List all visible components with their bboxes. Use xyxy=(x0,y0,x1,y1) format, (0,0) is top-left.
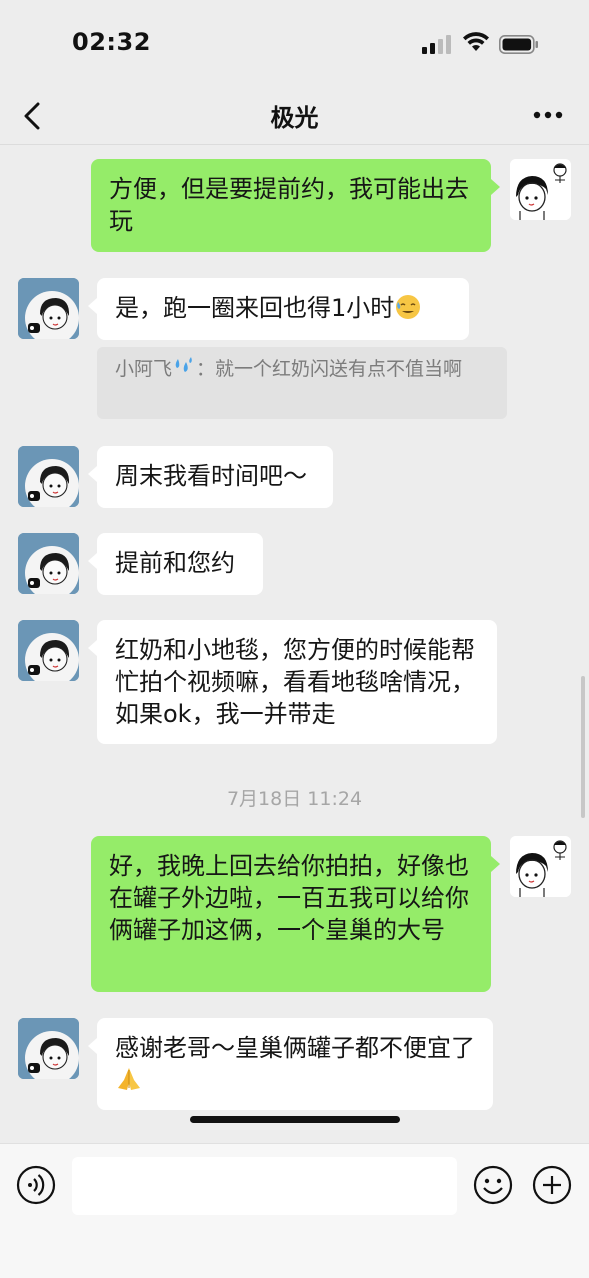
nav-bar: 极光 xyxy=(0,88,589,145)
message-bubble[interactable]: 是，跑一圈来回也得1小时 xyxy=(88,278,469,340)
contact-avatar[interactable] xyxy=(18,533,79,594)
chat-screen: 02:32 极光 方便，但是要提前约，我可能出去玩 是，跑一圈来回也得1小时 小… xyxy=(0,0,589,1278)
message-text: 提前和您约 xyxy=(115,549,235,577)
contact-avatar-icon xyxy=(18,278,79,339)
message-bubble[interactable]: 方便，但是要提前约，我可能出去玩 xyxy=(91,159,500,252)
signal-icon xyxy=(422,35,451,54)
message-bubble[interactable]: 红奶和小地毯，您方便的时候能帮忙拍个视频嘛，看看地毯啥情况，如果ok，我一并带走 xyxy=(88,620,497,744)
self-avatar-icon xyxy=(510,836,571,897)
message-text: 红奶和小地毯，您方便的时候能帮忙拍个视频嘛，看看地毯啥情况，如果ok，我一并带走 xyxy=(115,636,475,728)
pray-emoji xyxy=(118,1068,140,1090)
message-bubble[interactable]: 感谢老哥～皇巢俩罐子都不便宜了 xyxy=(88,1018,493,1110)
wifi-icon xyxy=(463,32,489,51)
plus-icon[interactable] xyxy=(532,1165,572,1205)
message-text: 是，跑一圈来回也得1小时 xyxy=(115,294,395,322)
message-text: 感谢老哥～皇巢俩罐子都不便宜了 xyxy=(115,1034,475,1062)
contact-avatar-icon xyxy=(18,1018,79,1079)
home-indicator xyxy=(190,1116,400,1123)
self-avatar-icon xyxy=(510,159,571,220)
contact-avatar-icon xyxy=(18,446,79,507)
contact-avatar-icon xyxy=(18,620,79,681)
input-bar xyxy=(0,1143,589,1278)
message-text: 好，我晚上回去给你拍拍，好像也在罐子外边啦，一百五我可以给你俩罐子加这俩，一个皇… xyxy=(109,852,469,944)
quote-text: ：就一个红奶闪送有点不值当啊 xyxy=(196,358,463,380)
contact-avatar-icon xyxy=(18,533,79,594)
quoted-message[interactable]: 小阿飞 ：就一个红奶闪送有点不值当啊 xyxy=(97,347,507,419)
timestamp: 7月18日 11:24 xyxy=(226,788,363,810)
message-text: 方便，但是要提前约，我可能出去玩 xyxy=(109,175,469,235)
self-avatar[interactable] xyxy=(510,159,571,220)
status-time: 02:32 xyxy=(72,28,151,56)
message-text: 周末我看时间吧～ xyxy=(115,462,307,490)
message-bubble[interactable]: 提前和您约 xyxy=(88,533,263,595)
scrollbar[interactable] xyxy=(581,676,585,818)
more-icon[interactable] xyxy=(533,110,563,120)
message-input[interactable] xyxy=(72,1157,457,1215)
message-bubble[interactable]: 周末我看时间吧～ xyxy=(88,446,333,508)
status-bar: 02:32 xyxy=(0,0,589,88)
contact-avatar[interactable] xyxy=(18,620,79,681)
self-avatar[interactable] xyxy=(510,836,571,897)
voice-icon[interactable] xyxy=(16,1165,56,1205)
sweat-emoji xyxy=(396,295,421,319)
contact-avatar[interactable] xyxy=(18,446,79,507)
page-title: 极光 xyxy=(270,104,319,132)
splash-emoji xyxy=(175,357,192,372)
battery-icon xyxy=(499,35,538,54)
contact-avatar[interactable] xyxy=(18,278,79,339)
emoji-icon[interactable] xyxy=(473,1165,513,1205)
quote-sender: 小阿飞 xyxy=(115,358,173,380)
contact-avatar[interactable] xyxy=(18,1018,79,1079)
message-bubble[interactable]: 好，我晚上回去给你拍拍，好像也在罐子外边啦，一百五我可以给你俩罐子加这俩，一个皇… xyxy=(91,836,500,992)
